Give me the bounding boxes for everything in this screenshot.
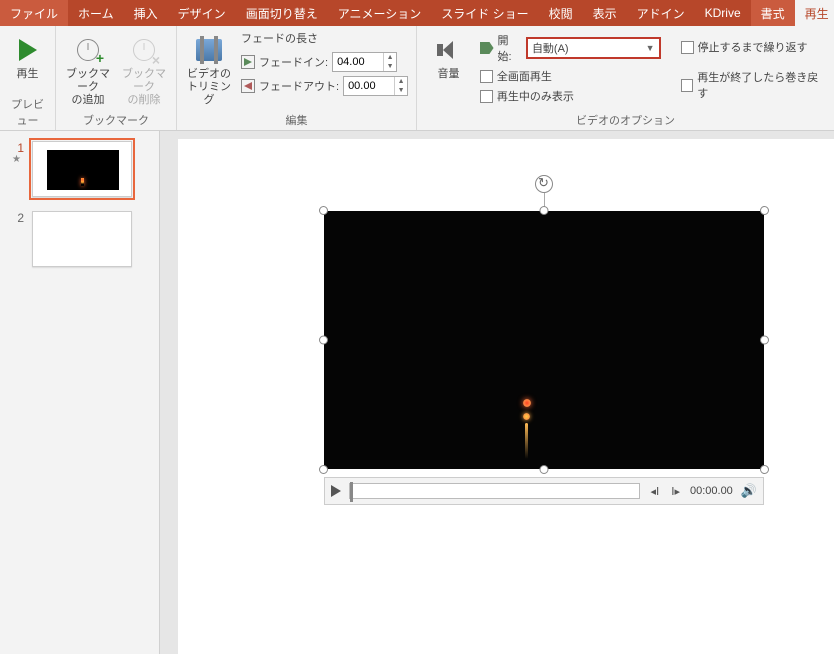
tab-animation[interactable]: アニメーション (328, 0, 432, 26)
thumb-2-preview[interactable] (32, 211, 132, 267)
tab-home[interactable]: ホーム (68, 0, 124, 26)
fade-controls: フェードの長さ フェードイン: ▲▼ フェードアウト: ▲▼ (241, 30, 408, 96)
thumb-1-number: 1 (12, 141, 24, 155)
fadein-spinner[interactable]: ▲▼ (332, 52, 397, 72)
ribbon: 再生 プレビュー ブックマーク の追加 ブックマーク の削除 ブックマーク ビデ… (0, 26, 834, 131)
tab-addin[interactable]: アドイン (627, 0, 695, 26)
tab-playback[interactable]: 再生 (795, 0, 834, 26)
tab-bar: ファイル ホーム 挿入 デザイン 画面切り替え アニメーション スライド ショー… (0, 0, 834, 26)
fullscreen-label: 全画面再生 (497, 68, 552, 84)
group-bookmark-label: ブックマーク (64, 110, 168, 128)
slide[interactable]: ◂Ⅰ Ⅰ▸ 00:00.00 🔊 (178, 139, 834, 654)
main-area: 1 ★ 2 (0, 131, 834, 654)
fullscreen-checkbox[interactable] (480, 70, 493, 83)
loop-checkbox[interactable] (681, 41, 694, 54)
remove-bookmark-label: ブックマーク の削除 (120, 68, 168, 108)
fadeout-icon (241, 79, 255, 93)
player-track[interactable] (349, 483, 640, 499)
loop-options-col: 停止するまで繰り返す 再生が終了したら巻き戻す (681, 30, 826, 101)
handle-tm[interactable] (540, 206, 549, 215)
hide-not-playing-checkbox[interactable] (480, 90, 493, 103)
volume-icon (435, 39, 461, 61)
start-icon (480, 42, 494, 54)
play-label: 再生 (17, 68, 39, 81)
video-player-bar: ◂Ⅰ Ⅰ▸ 00:00.00 🔊 (324, 477, 764, 505)
tab-review[interactable]: 校閲 (539, 0, 583, 26)
player-volume-icon[interactable]: 🔊 (741, 483, 757, 499)
group-edit: ビデオの トリミング フェードの長さ フェードイン: ▲▼ フェードアウト: (177, 26, 417, 130)
volume-button[interactable]: 音量 (425, 30, 472, 81)
start-dropdown[interactable]: 自動(A) ▼ (526, 37, 661, 59)
loop-label: 停止するまで繰り返す (698, 39, 808, 55)
group-video-options: 音量 開始: 自動(A) ▼ 全画面再生 再生中のみ表示 (417, 26, 834, 130)
thumb-1-video (47, 150, 119, 190)
tab-transition[interactable]: 画面切り替え (236, 0, 328, 26)
fadeout-up[interactable]: ▲ (395, 77, 407, 86)
thumb-1-preview[interactable] (32, 141, 132, 197)
fadein-icon (241, 55, 255, 69)
group-preview: 再生 プレビュー (0, 26, 56, 130)
fadeout-input[interactable] (344, 80, 394, 92)
rotate-handle[interactable] (535, 175, 553, 193)
handle-tl[interactable] (319, 206, 328, 215)
trim-video-button[interactable]: ビデオの トリミング (185, 30, 233, 108)
fadein-up[interactable]: ▲ (384, 53, 396, 62)
group-preview-label: プレビュー (8, 94, 47, 128)
start-label: 開始: (498, 32, 522, 64)
slide-canvas: ◂Ⅰ Ⅰ▸ 00:00.00 🔊 (160, 131, 834, 654)
group-options-label: ビデオのオプション (425, 110, 826, 128)
tab-slideshow[interactable]: スライド ショー (431, 0, 538, 26)
player-time: 00:00.00 (690, 485, 733, 497)
chevron-down-icon: ▼ (646, 43, 655, 53)
fadeout-down[interactable]: ▼ (395, 86, 407, 95)
tab-design[interactable]: デザイン (168, 0, 236, 26)
thumbnail-1[interactable]: 1 ★ (12, 141, 147, 197)
fade-title: フェードの長さ (241, 30, 408, 46)
player-next-frame[interactable]: Ⅰ▸ (669, 485, 682, 498)
handle-br[interactable] (760, 465, 769, 474)
tab-insert[interactable]: 挿入 (124, 0, 168, 26)
slide-thumbnails: 1 ★ 2 (0, 131, 160, 654)
rewind-label: 再生が終了したら巻き戻す (697, 69, 826, 101)
add-bookmark-label: ブックマーク の追加 (64, 68, 112, 108)
start-options-col: 開始: 自動(A) ▼ 全画面再生 再生中のみ表示 (480, 30, 661, 104)
play-button[interactable]: 再生 (8, 30, 47, 81)
volume-label: 音量 (437, 68, 459, 81)
rewind-checkbox[interactable] (681, 79, 694, 92)
player-prev-frame[interactable]: ◂Ⅰ (648, 485, 661, 498)
trim-label: ビデオの トリミング (185, 68, 233, 108)
play-icon (19, 39, 37, 61)
tab-kdrive[interactable]: KDrive (695, 0, 751, 26)
handle-bl[interactable] (319, 465, 328, 474)
hide-not-playing-label: 再生中のみ表示 (497, 88, 574, 104)
tab-view[interactable]: 表示 (583, 0, 627, 26)
thumb-2-number: 2 (12, 211, 24, 225)
video-content (520, 399, 532, 459)
start-value: 自動(A) (532, 40, 569, 56)
tab-file[interactable]: ファイル (0, 0, 68, 26)
bookmark-add-icon (77, 39, 99, 61)
fadeout-spinner[interactable]: ▲▼ (343, 76, 408, 96)
add-bookmark-button[interactable]: ブックマーク の追加 (64, 30, 112, 108)
handle-mr[interactable] (760, 336, 769, 345)
group-bookmark: ブックマーク の追加 ブックマーク の削除 ブックマーク (56, 26, 177, 130)
fadein-down[interactable]: ▼ (384, 62, 396, 71)
remove-bookmark-button: ブックマーク の削除 (120, 30, 168, 108)
trim-icon (196, 39, 222, 61)
bookmark-remove-icon (133, 39, 155, 61)
thumbnail-2[interactable]: 2 (12, 211, 147, 267)
thumb-1-anim-icon: ★ (12, 155, 24, 165)
fadein-label: フェードイン: (259, 54, 328, 70)
video-object[interactable] (324, 211, 764, 469)
handle-bm[interactable] (540, 465, 549, 474)
handle-ml[interactable] (319, 336, 328, 345)
player-play-button[interactable] (331, 485, 341, 497)
group-edit-label: 編集 (185, 110, 408, 128)
handle-tr[interactable] (760, 206, 769, 215)
tab-format[interactable]: 書式 (751, 0, 795, 26)
fadeout-label: フェードアウト: (259, 78, 339, 94)
fadein-input[interactable] (333, 56, 383, 68)
